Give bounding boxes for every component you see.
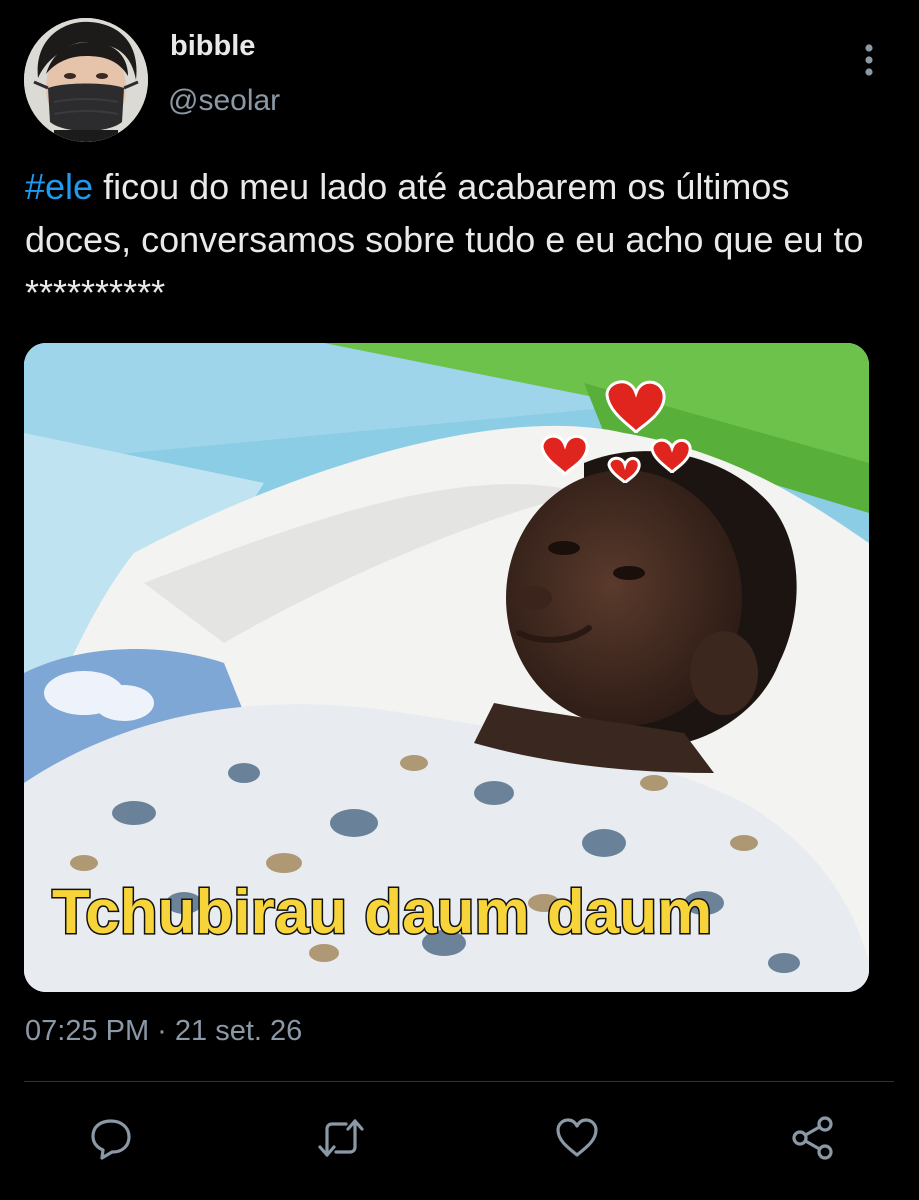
more-vertical-icon xyxy=(865,44,873,76)
hashtag-link[interactable]: #ele xyxy=(25,166,93,207)
reply-icon xyxy=(91,1119,131,1160)
retweet-button[interactable] xyxy=(316,1113,366,1163)
author-display-name[interactable]: bibble xyxy=(170,30,255,63)
tweet-media[interactable]: Tchubirau daum daum xyxy=(24,343,869,992)
share-icon xyxy=(792,1116,833,1160)
tweet-body: ficou do meu lado até acabarem os último… xyxy=(25,166,864,313)
retweet-icon xyxy=(318,1119,364,1157)
more-options-button[interactable] xyxy=(852,40,886,80)
heart-icon xyxy=(556,1118,598,1157)
tweet-timestamp[interactable]: 07:25 PM · 21 set. 26 xyxy=(25,1015,302,1048)
action-bar-divider xyxy=(24,1081,894,1082)
author-handle[interactable]: @seolar xyxy=(168,84,280,118)
avatar[interactable] xyxy=(24,18,148,142)
reply-button[interactable] xyxy=(86,1113,136,1163)
like-button[interactable] xyxy=(552,1113,602,1163)
meme-image: Tchubirau daum daum xyxy=(24,343,869,992)
meme-caption: Tchubirau daum daum xyxy=(52,878,712,947)
avatar-image xyxy=(24,18,148,142)
share-button[interactable] xyxy=(788,1113,838,1163)
tweet-text: #ele ficou do meu lado até acabarem os ú… xyxy=(25,160,895,319)
